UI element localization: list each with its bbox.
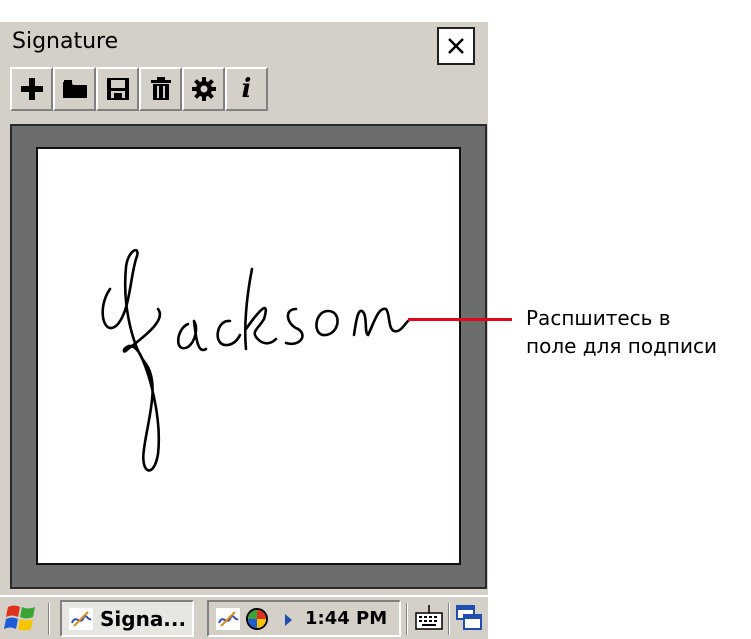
floppy-disk-icon: [106, 78, 129, 100]
color-wheel-icon[interactable]: [245, 607, 269, 631]
gear-icon: [191, 77, 216, 101]
taskbar: Signa... 1:44 PM: [0, 595, 488, 639]
system-tray: 1:44 PM: [207, 600, 401, 637]
taskbar-task-label: Signa...: [100, 606, 187, 631]
start-button[interactable]: [4, 603, 40, 635]
trash-icon: [150, 77, 171, 100]
device-screen: Signature i Signa... 1:44 PM: [0, 22, 488, 639]
keyboard-icon: [415, 605, 443, 630]
info-icon: i: [241, 74, 252, 104]
signature-frame: [10, 124, 487, 589]
keyboard-button[interactable]: [414, 603, 444, 633]
signature-app-icon: [69, 607, 93, 630]
folder-icon: [62, 80, 87, 98]
title-bar: Signature: [0, 22, 488, 65]
callout-line: [408, 318, 512, 321]
delete-button[interactable]: [139, 67, 182, 111]
settings-button[interactable]: [182, 67, 225, 111]
taskbar-signature-button[interactable]: Signa...: [60, 600, 194, 637]
close-icon: [448, 38, 464, 54]
windows-flag-icon: [4, 605, 35, 631]
taskbar-separator: [48, 603, 50, 635]
window-switch-icon: [456, 605, 482, 630]
window-title: Signature: [12, 29, 119, 54]
clock[interactable]: 1:44 PM: [305, 608, 387, 629]
window-switch-button[interactable]: [454, 603, 484, 633]
open-button[interactable]: [53, 67, 96, 111]
save-button[interactable]: [96, 67, 139, 111]
callout-text: Распшитесь в поле для подписи: [526, 304, 717, 360]
callout-line-2: поле для подписи: [526, 334, 717, 358]
signature-canvas[interactable]: [36, 147, 461, 565]
signature-drawing: [101, 248, 410, 472]
taskbar-separator: [406, 603, 408, 635]
taskbar-separator: [448, 603, 450, 635]
close-button[interactable]: [437, 27, 475, 65]
expand-arrow-icon[interactable]: [283, 613, 293, 627]
callout-line-1: Распшитесь в: [526, 306, 671, 330]
new-button[interactable]: [10, 67, 53, 111]
plus-icon: [20, 78, 43, 100]
toolbar: i: [10, 67, 268, 111]
info-button[interactable]: i: [225, 67, 268, 111]
signature-app-icon[interactable]: [215, 607, 241, 631]
